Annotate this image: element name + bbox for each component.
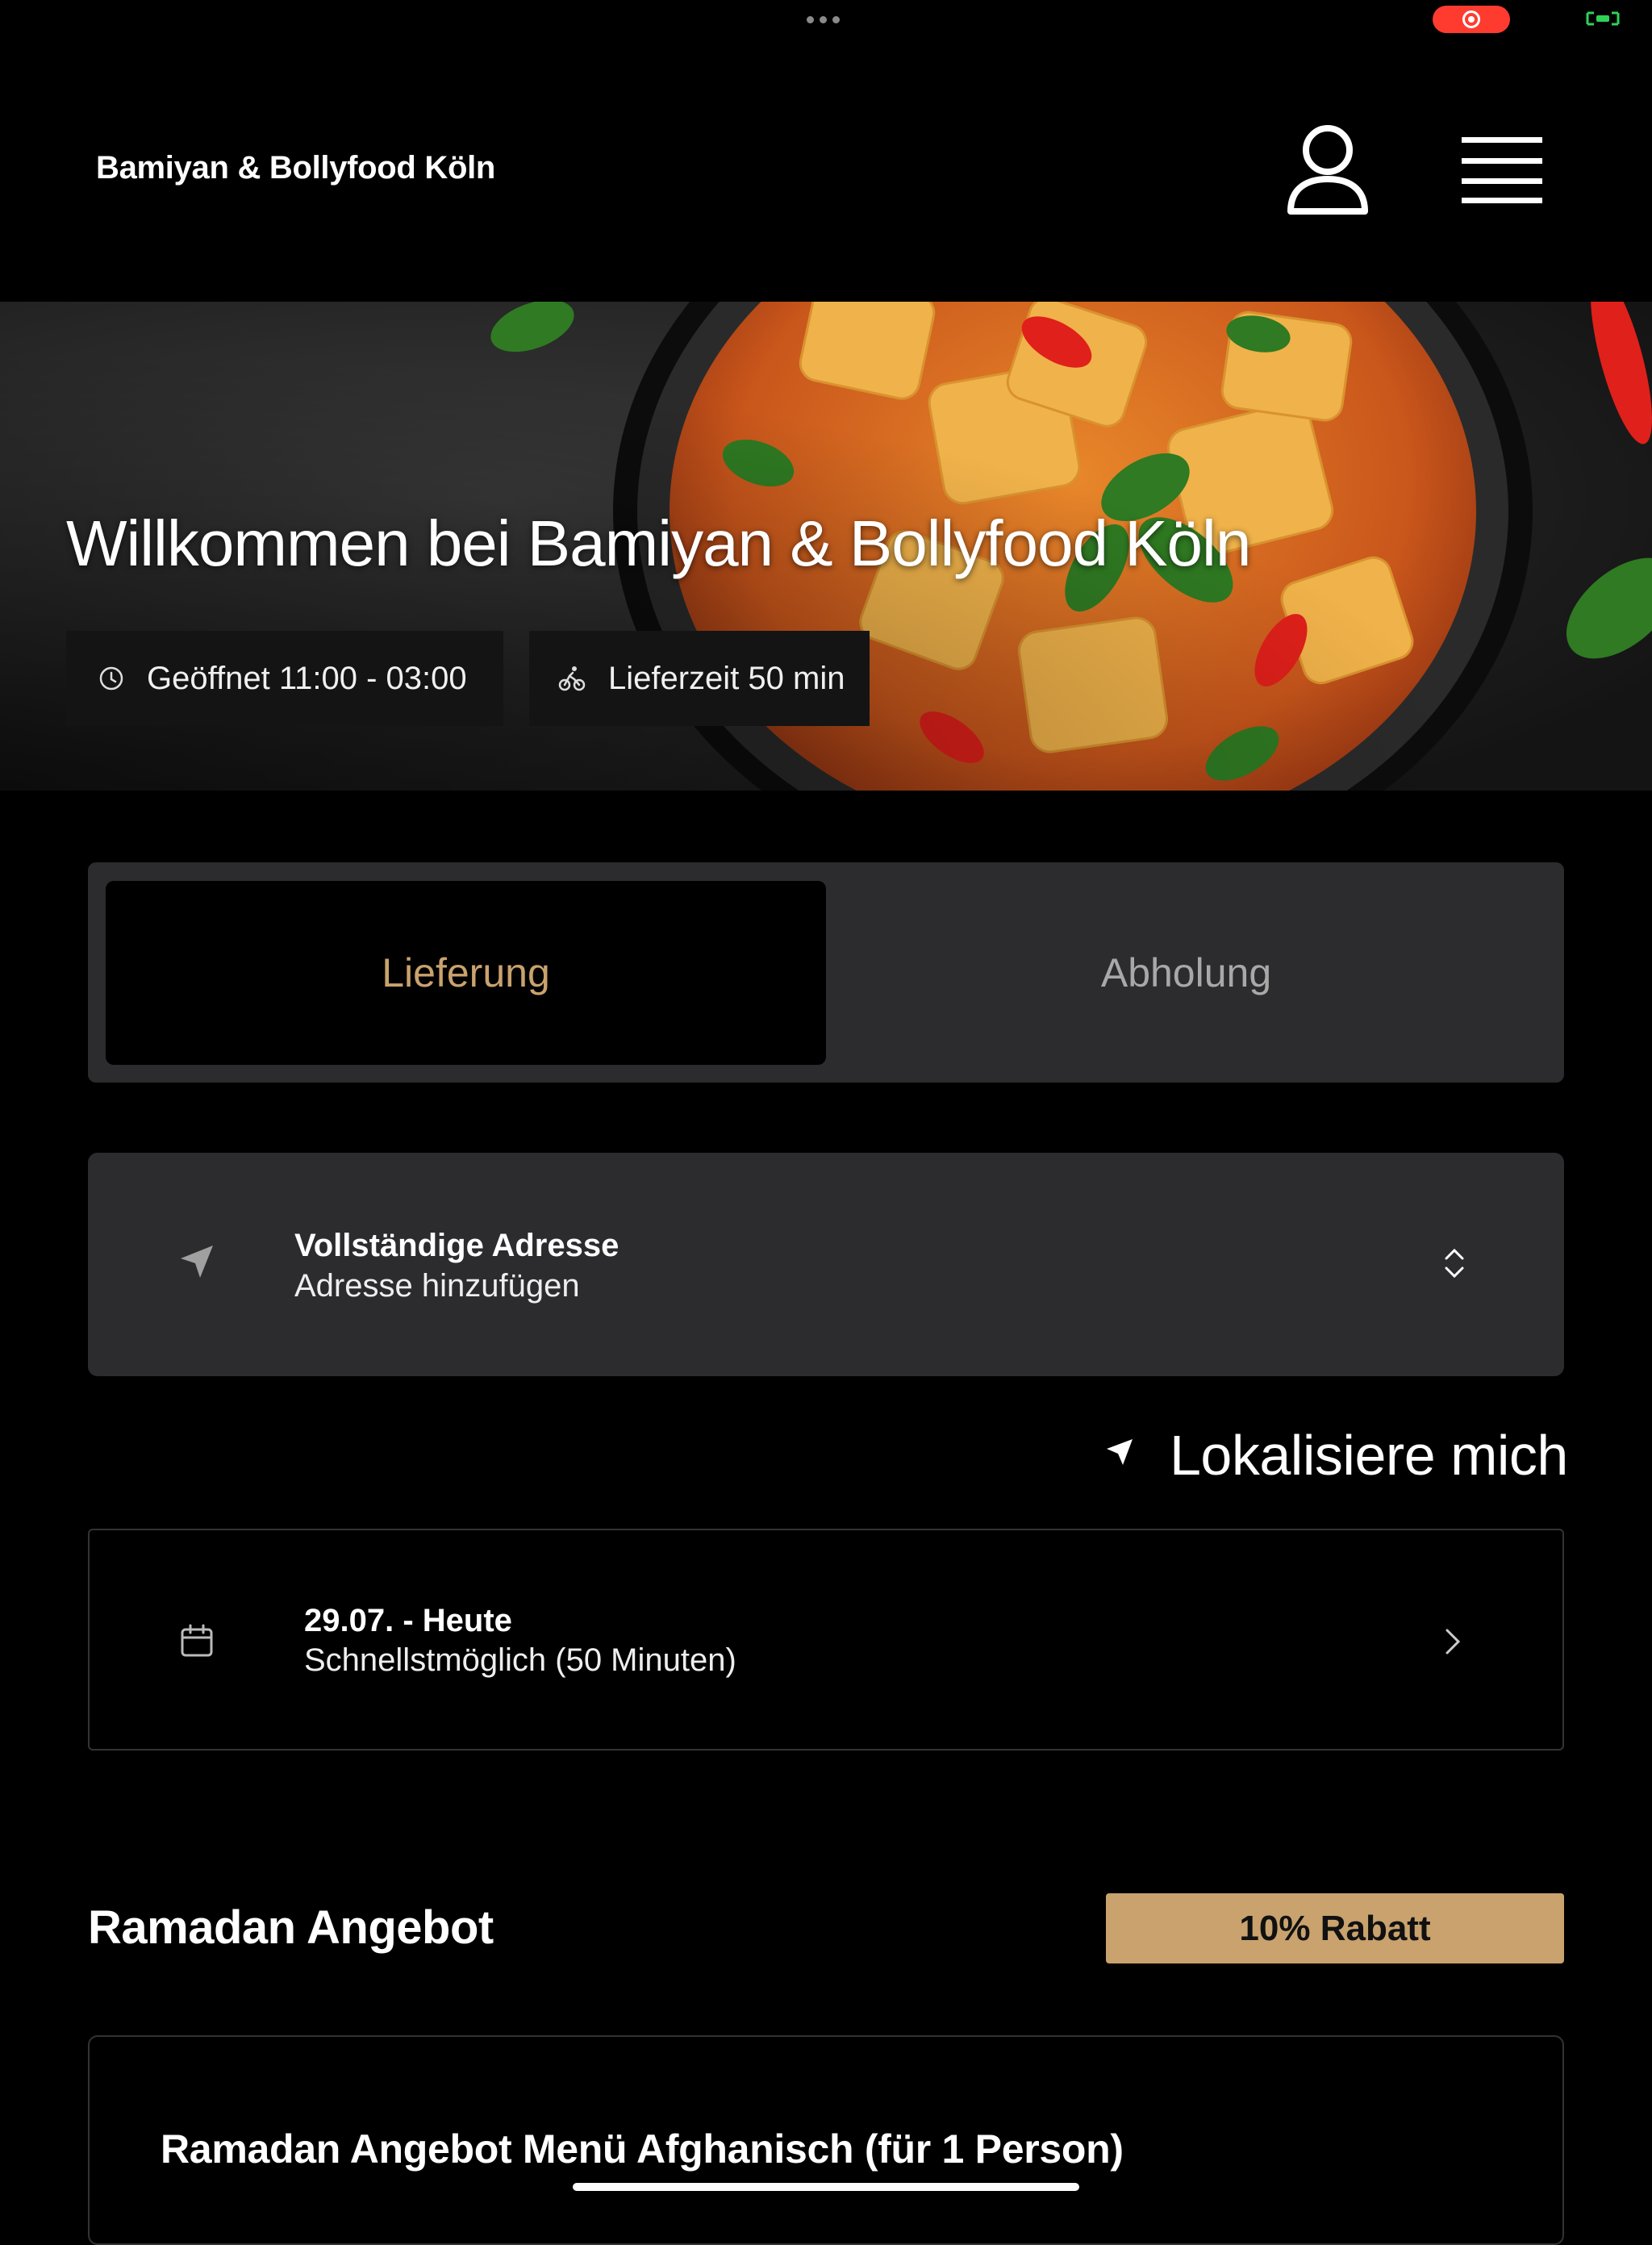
restaurant-name[interactable]: Bamiyan & Bollyfood Köln xyxy=(96,150,495,186)
opening-hours-text: Geöffnet 11:00 - 03:00 xyxy=(147,660,467,696)
hero-title: Willkommen bei Bamiyan & Bollyfood Köln xyxy=(66,507,1251,579)
tab-pickup[interactable]: Abholung xyxy=(826,881,1546,1065)
address-placeholder: Adresse hinzufügen xyxy=(294,1268,580,1304)
user-icon[interactable] xyxy=(1286,123,1370,221)
hamburger-menu-icon[interactable] xyxy=(1462,134,1542,207)
camera-indicator-icon xyxy=(1586,11,1620,26)
chevron-right-icon xyxy=(1446,1629,1461,1655)
locate-me-button[interactable]: Lokalisiere mich xyxy=(1170,1423,1568,1488)
screen-recording-indicator xyxy=(1433,6,1510,33)
home-indicator[interactable] xyxy=(573,2183,1079,2191)
address-selector[interactable] xyxy=(88,1153,1564,1376)
location-arrow-icon xyxy=(181,1246,213,1278)
delivery-time-selector[interactable] xyxy=(88,1529,1564,1751)
locate-me-icon[interactable] xyxy=(1105,1438,1134,1467)
discount-badge: 10% Rabatt xyxy=(1106,1893,1564,1963)
tab-delivery[interactable]: Lieferung xyxy=(106,881,826,1065)
product-title[interactable]: Ramadan Angebot Menü Afghanisch (für 1 P… xyxy=(161,2126,1124,2172)
section-title: Ramadan Angebot xyxy=(88,1901,494,1954)
opening-hours-chip: Geöffnet 11:00 - 03:00 xyxy=(66,631,503,726)
schedule-date: 29.07. - Heute xyxy=(304,1603,512,1638)
chevron-up-down-icon xyxy=(1445,1248,1464,1279)
bicycle-courier-icon xyxy=(558,666,586,691)
delivery-time-text: Lieferzeit 50 min xyxy=(608,660,845,696)
clock-icon xyxy=(99,666,123,691)
schedule-time: Schnellstmöglich (50 Minuten) xyxy=(304,1642,736,1678)
delivery-time-chip: Lieferzeit 50 min xyxy=(529,631,870,726)
calendar-icon xyxy=(181,1624,213,1657)
address-title: Vollständige Adresse xyxy=(294,1228,620,1263)
multitasking-dots[interactable] xyxy=(807,11,844,27)
